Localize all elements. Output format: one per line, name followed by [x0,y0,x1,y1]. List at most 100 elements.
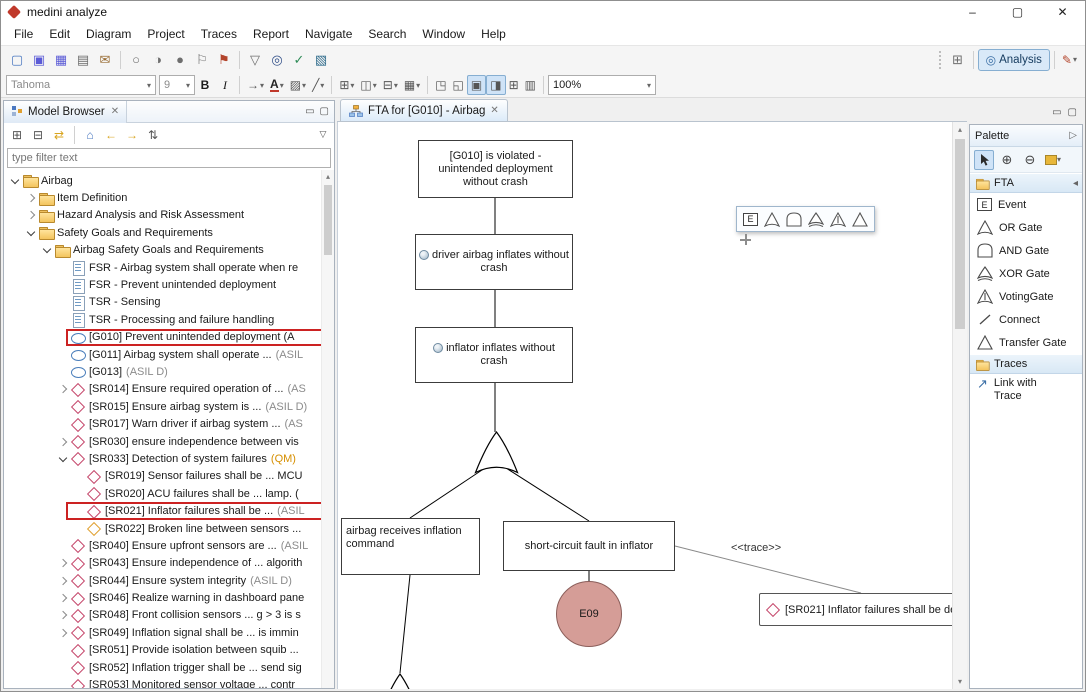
tree-item[interactable]: [SR052] Inflation trigger shall be ... s… [4,659,334,676]
collapse-all-icon[interactable]: ⊟ [28,125,48,145]
arrow-style-button[interactable]: →▾ [244,75,267,95]
maximize-button[interactable]: ▢ [995,1,1040,23]
floating-palette-toolbar[interactable]: E [736,206,875,232]
expander-icon[interactable] [56,452,70,466]
tree-item[interactable]: Airbag [4,172,334,189]
menu-help[interactable]: Help [473,23,514,45]
tree-item[interactable]: [SR044] Ensure system integrity(ASIL D) [4,572,334,589]
fta-basic-event-node[interactable]: airbag receives inflation command [341,518,480,575]
expander-icon[interactable] [56,574,70,588]
tree-item[interactable]: [SR020] ACU failures shall be ... lamp. … [4,485,334,502]
expander-icon[interactable] [56,556,70,570]
tree-item[interactable]: [SR040] Ensure upfront sensors are ...(A… [4,537,334,554]
tree-item[interactable]: Hazard Analysis and Risk Assessment [4,207,334,224]
analysis-perspective-button[interactable]: ◎ Analysis [978,49,1050,71]
and-gate-tool-icon[interactable] [786,212,802,227]
link-with-editor-icon[interactable]: ⇄ [49,125,69,145]
align-button[interactable]: ◫▾ [357,75,379,95]
palette-item-voting-gate[interactable]: VotingGate [970,285,1082,308]
tree-item[interactable]: [SR051] Provide isolation between squib … [4,642,334,659]
menu-navigate[interactable]: Navigate [297,23,360,45]
tree-item[interactable]: Safety Goals and Requirements [4,224,334,241]
or-gate-node[interactable] [474,431,519,474]
scroll-up-icon[interactable]: ▴ [953,122,967,137]
xor-gate-tool-icon[interactable] [808,212,824,227]
expand-all-icon[interactable]: ⊞ [7,125,27,145]
minimize-button[interactable]: – [950,1,995,23]
minimize-panel-icon[interactable]: ▭ [1052,107,1061,118]
expander-icon[interactable] [24,226,38,240]
palette-header[interactable]: Palette ▷ [970,125,1082,147]
fill-color-button[interactable]: ▨▾ [287,75,309,95]
tree-item[interactable]: [SR033] Detection of system failures(QM) [4,450,334,467]
maximize-panel-icon[interactable]: ▢ [1068,107,1077,118]
page-breaks-button[interactable]: ⊞ [506,75,522,95]
close-button[interactable]: ✕ [1040,1,1085,23]
expander-icon[interactable] [56,608,70,622]
zoom-in-tool[interactable]: ⊕ [997,150,1017,170]
canvas-scrollbar[interactable]: ▴ ▾ [952,122,967,689]
tree-item[interactable]: [SR048] Front collision sensors ... g > … [4,607,334,624]
tree-item[interactable]: [SR022] Broken line between sensors ... [4,520,334,537]
zoom-fit-button[interactable]: ◱ [450,75,467,95]
tree-item[interactable]: [SR017] Warn driver if airbag system ...… [4,415,334,432]
tree-item[interactable]: FSR - Airbag system shall operate when r… [4,259,334,276]
expander-icon[interactable] [56,382,70,396]
font-size-combo[interactable]: 9 ▾ [159,75,195,95]
palette-item-transfer-gate[interactable]: Transfer Gate [970,331,1082,354]
comment-list-icon[interactable]: ● [169,49,191,71]
snap-toggle[interactable]: ◨ [486,75,505,95]
export-icon[interactable]: ✉ [94,49,116,71]
flag-icon[interactable]: ⚐ [191,49,213,71]
tree-item[interactable]: FSR - Prevent unintended deployment [4,276,334,293]
scrollbar-thumb[interactable] [955,139,965,329]
transfer-gate-tool-icon[interactable] [852,212,868,227]
maximize-panel-icon[interactable]: ▢ [320,106,329,117]
voting-gate-tool-icon[interactable] [830,212,846,227]
expander-icon[interactable] [24,191,38,205]
scroll-down-icon[interactable]: ▾ [953,674,967,689]
report-icon[interactable]: ▧ [310,49,332,71]
menu-window[interactable]: Window [414,23,473,45]
palette-item-connect[interactable]: Connect [970,308,1082,331]
distribute-button[interactable]: ⊟▾ [380,75,401,95]
new-diagram-icon[interactable]: ▢ [6,49,28,71]
trace-target-node[interactable]: [SR021] Inflator failures shall be de [759,593,957,626]
line-style-button[interactable]: ╱▾ [309,75,327,95]
search-icon[interactable]: ◎ [266,49,288,71]
tree-item[interactable]: [G013](ASIL D) [4,363,334,380]
zoom-out-tool[interactable]: ⊖ [1020,150,1040,170]
filter-icon[interactable]: ▽ [244,49,266,71]
palette-drawer-traces[interactable]: Traces [970,354,1082,374]
forward-icon[interactable]: → [122,125,142,145]
palette-drawer-fta[interactable]: FTA ◂ [970,173,1082,193]
add-comment-icon[interactable]: ◑ [147,49,169,71]
scroll-up-icon[interactable]: ▴ [322,170,334,183]
expander-icon[interactable] [56,435,70,449]
event-tool-icon[interactable]: E [743,213,758,226]
menu-edit[interactable]: Edit [41,23,78,45]
tree-item[interactable]: [G011] Airbag system shall operate ...(A… [4,346,334,363]
minimize-panel-icon[interactable]: ▭ [305,106,314,117]
fta-diagram-canvas[interactable]: [G010] is violated - unintended deployme… [337,122,967,689]
view-menu-icon[interactable]: ▽ [315,129,331,140]
tree-item-g010[interactable]: [G010] Prevent unintended deployment (A [4,329,334,346]
fta-top-event-node[interactable]: [G010] is violated - unintended deployme… [418,140,573,198]
tree-item[interactable]: TSR - Sensing [4,294,334,311]
bold-button[interactable]: B [195,75,215,95]
sort-icon[interactable]: ⇅ [143,125,163,145]
tree-item[interactable]: [SR019] Sensor failures shall be ... MCU [4,468,334,485]
palette-item-and-gate[interactable]: AND Gate [970,239,1082,262]
home-icon[interactable]: ⌂ [80,125,100,145]
palette-chevron-icon[interactable]: ▷ [1069,130,1077,141]
fta-basic-event-node[interactable]: short-circuit fault in inflator [503,521,675,571]
select-tool[interactable] [974,150,994,170]
tree-item[interactable]: [SR015] Ensure airbag system is ...(ASIL… [4,398,334,415]
or-gate-tool-icon[interactable] [764,212,780,227]
close-icon[interactable]: ✕ [490,105,498,116]
tree-item[interactable]: [SR030] ensure independence between vis [4,433,334,450]
tree-item[interactable]: [SR053] Monitored sensor voltage ... con… [4,676,334,688]
comment-icon[interactable]: ○ [125,49,147,71]
outline-view-button[interactable]: ▥ [522,75,539,95]
palette-item-link-with-trace[interactable]: ↗ Link with Trace [970,374,1082,406]
